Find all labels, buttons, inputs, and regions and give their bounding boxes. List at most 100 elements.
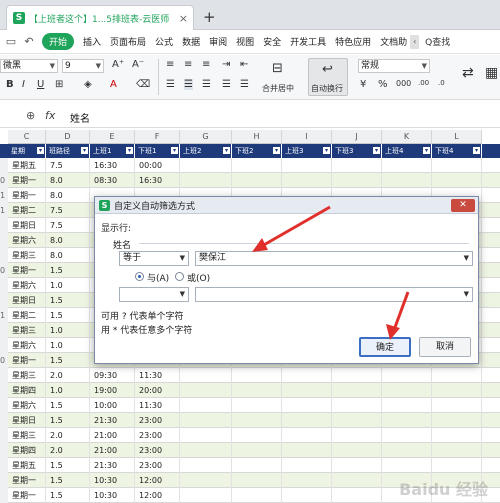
table-cell-start[interactable]: 10:30 <box>90 473 135 488</box>
column-header-l[interactable]: L <box>432 130 482 144</box>
column-header-g[interactable]: G <box>180 130 232 144</box>
thousands-icon[interactable]: 000 <box>396 79 411 88</box>
table-cell-hours[interactable]: 1.5 <box>46 473 90 488</box>
table-cell-start[interactable]: 10:00 <box>90 398 135 413</box>
column-header-h[interactable]: H <box>232 130 282 144</box>
table-cell-empty[interactable] <box>282 473 332 488</box>
align-center-icon[interactable]: ☰ <box>184 79 193 90</box>
menu-formula[interactable]: 公式 <box>155 35 173 48</box>
column-header-f[interactable]: F <box>135 130 180 144</box>
row-number[interactable] <box>0 323 8 338</box>
row-number[interactable] <box>0 413 8 428</box>
table-cell-empty[interactable] <box>382 458 432 473</box>
column-header-d[interactable]: D <box>46 130 90 144</box>
indent-icon[interactable]: ⇥ <box>222 59 230 70</box>
menu-page-layout[interactable]: 页面布局 <box>110 35 146 48</box>
table-cell-start[interactable]: 21:00 <box>90 428 135 443</box>
grow-font-icon[interactable]: A⁺ <box>112 59 124 70</box>
table-cell-empty[interactable] <box>332 383 382 398</box>
table-cell-end[interactable]: 11:30 <box>135 398 180 413</box>
table-cell-empty[interactable] <box>382 368 432 383</box>
row-number[interactable] <box>0 383 8 398</box>
merge-center-icon[interactable]: ⊟ <box>272 61 283 76</box>
table-cell-end[interactable]: 00:00 <box>135 158 180 173</box>
table-cell-day[interactable]: 星期一 <box>8 188 46 203</box>
filter-dropdown-icon[interactable]: ▾ <box>473 147 480 154</box>
table-cell-empty[interactable] <box>332 428 382 443</box>
table-cell-end[interactable]: 12:00 <box>135 488 180 503</box>
table-cell-empty[interactable] <box>180 473 232 488</box>
table-cell-hours[interactable]: 1.0 <box>46 338 90 353</box>
menu-toggle-icon[interactable]: ▭ <box>4 35 18 49</box>
row-number[interactable] <box>0 248 8 263</box>
and-radio[interactable] <box>135 272 144 281</box>
table-cell-empty[interactable] <box>432 443 482 458</box>
table-cell-empty[interactable] <box>180 398 232 413</box>
justify-icon[interactable]: ☰ <box>222 79 231 90</box>
table-cell-hours[interactable]: 1.5 <box>46 353 90 368</box>
fx-icon[interactable]: fx <box>45 109 55 122</box>
row-number[interactable] <box>0 443 8 458</box>
filter-dropdown-icon[interactable]: ▾ <box>126 147 133 154</box>
row-number[interactable] <box>0 398 8 413</box>
table-cell-end[interactable]: 11:30 <box>135 368 180 383</box>
table-cell-day[interactable]: 星期三 <box>8 428 46 443</box>
filter-dropdown-icon[interactable]: ▾ <box>373 147 380 154</box>
table-cell-day[interactable]: 星期三 <box>8 368 46 383</box>
table-cell-empty[interactable] <box>432 398 482 413</box>
table-cell-empty[interactable] <box>432 428 482 443</box>
table-cell-end[interactable]: 16:30 <box>135 173 180 188</box>
italic-icon[interactable]: I <box>22 79 25 90</box>
row-number[interactable] <box>0 218 8 233</box>
menu-developer[interactable]: 开发工具 <box>290 35 326 48</box>
table-cell-empty[interactable] <box>232 383 282 398</box>
underline-icon[interactable]: U <box>37 79 44 90</box>
number-format-select[interactable]: 常规 ▼ <box>358 59 430 73</box>
currency-icon[interactable]: ¥ <box>360 79 366 90</box>
table-cell-empty[interactable] <box>332 443 382 458</box>
menu-features[interactable]: 特色应用 <box>335 35 371 48</box>
filter-dropdown-icon[interactable]: ▾ <box>423 147 430 154</box>
menu-data[interactable]: 数据 <box>182 35 200 48</box>
table-cell-hours[interactable]: 7.5 <box>46 203 90 218</box>
table-cell-empty[interactable] <box>282 458 332 473</box>
table-cell-empty[interactable] <box>180 368 232 383</box>
table-cell-start[interactable]: 09:30 <box>90 368 135 383</box>
table-cell-hours[interactable]: 1.5 <box>46 398 90 413</box>
table-cell-day[interactable]: 星期一 <box>8 263 46 278</box>
table-cell-day[interactable]: 星期日 <box>8 293 46 308</box>
cancel-button[interactable]: 取消 <box>419 337 471 357</box>
align-top-icon[interactable]: ≡ <box>166 59 174 70</box>
table-cell-hours[interactable]: 8.0 <box>46 248 90 263</box>
table-cell-day[interactable]: 星期四 <box>8 443 46 458</box>
column-header-k[interactable]: K <box>382 130 432 144</box>
bold-icon[interactable]: B <box>6 79 14 90</box>
table-cell-day[interactable]: 星期一 <box>8 488 46 503</box>
table-cell-empty[interactable] <box>180 488 232 503</box>
table-cell-start[interactable]: 08:30 <box>90 173 135 188</box>
wrap-text-button[interactable]: ↩ 自动换行 <box>308 58 348 96</box>
row-number[interactable] <box>0 473 8 488</box>
operator2-select[interactable]: ▼ <box>119 287 189 302</box>
table-cell-start[interactable]: 10:30 <box>90 488 135 503</box>
table-cell-hours[interactable]: 1.5 <box>46 488 90 503</box>
table-cell-empty[interactable] <box>232 173 282 188</box>
close-tab-icon[interactable]: × <box>179 12 188 25</box>
value1-combobox[interactable]: 樊保江 ▼ <box>195 251 473 266</box>
align-right-icon[interactable]: ☰ <box>202 79 211 90</box>
table-cell-empty[interactable] <box>180 458 232 473</box>
table-cell-hours[interactable]: 1.0 <box>46 383 90 398</box>
table-cell-day[interactable]: 星期六 <box>8 338 46 353</box>
table-cell-start[interactable]: 21:30 <box>90 413 135 428</box>
ok-button[interactable]: 确定 <box>359 337 411 357</box>
table-cell-empty[interactable] <box>382 173 432 188</box>
table-cell-day[interactable]: 星期日 <box>8 218 46 233</box>
table-cell-hours[interactable]: 1.5 <box>46 308 90 323</box>
value2-combobox[interactable]: ▼ <box>195 287 473 302</box>
table-cell-empty[interactable] <box>282 428 332 443</box>
filter-dropdown-icon[interactable]: ▾ <box>81 147 88 154</box>
table-cell-hours[interactable]: 2.0 <box>46 428 90 443</box>
table-cell-empty[interactable] <box>232 398 282 413</box>
type-convert-icon[interactable]: ⇄ <box>462 65 474 81</box>
table-cell-day[interactable]: 星期二 <box>8 308 46 323</box>
